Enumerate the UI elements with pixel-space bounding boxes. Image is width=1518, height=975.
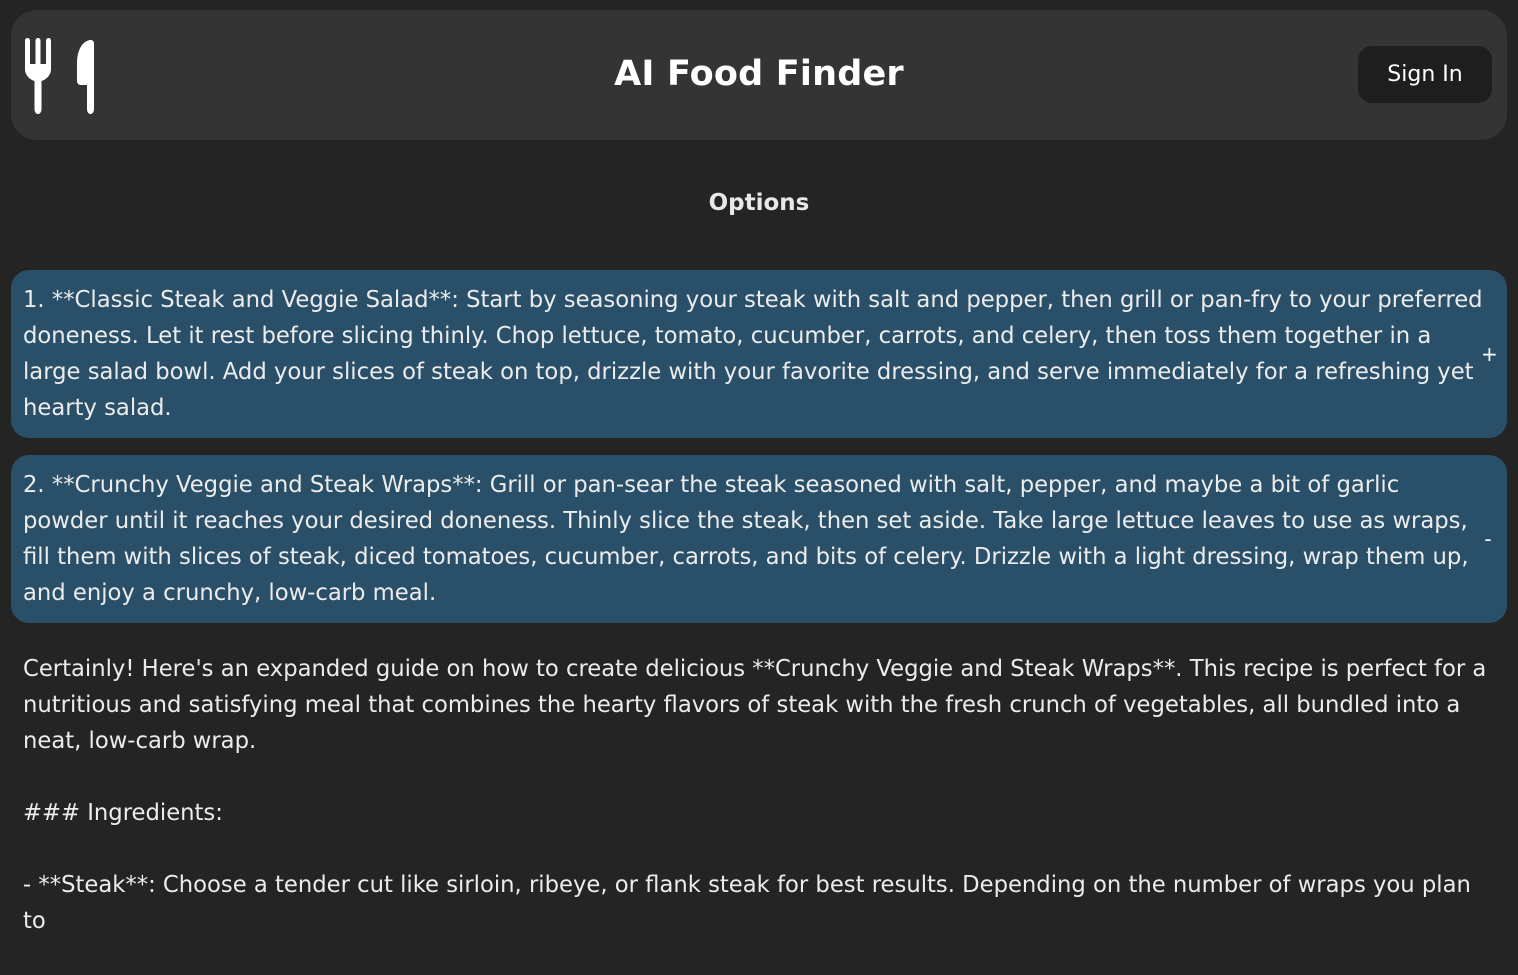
option-text: 1. **Classic Steak and Veggie Salad**: S… xyxy=(23,287,1483,421)
sign-in-button[interactable]: Sign In xyxy=(1358,46,1492,103)
app-title: AI Food Finder xyxy=(614,54,904,94)
recipe-response: Certainly! Here's an expanded guide on h… xyxy=(23,651,1498,975)
options-heading: Options xyxy=(708,190,810,216)
option-text: 2. **Crunchy Veggie and Steak Wraps**: G… xyxy=(23,472,1469,606)
collapse-toggle-icon[interactable]: - xyxy=(1481,527,1495,551)
ingredients-heading: ### Ingredients: xyxy=(23,800,223,826)
response-intro: Certainly! Here's an expanded guide on h… xyxy=(23,656,1494,754)
expand-toggle-icon[interactable]: + xyxy=(1481,342,1498,366)
option-card-1[interactable]: 1. **Classic Steak and Veggie Salad**: S… xyxy=(11,270,1507,438)
ingredient-item: - **Steak**: Choose a tender cut like si… xyxy=(23,872,1479,934)
option-card-2[interactable]: 2. **Crunchy Veggie and Steak Wraps**: G… xyxy=(11,455,1507,623)
app-header: AI Food Finder Sign In xyxy=(11,10,1507,140)
